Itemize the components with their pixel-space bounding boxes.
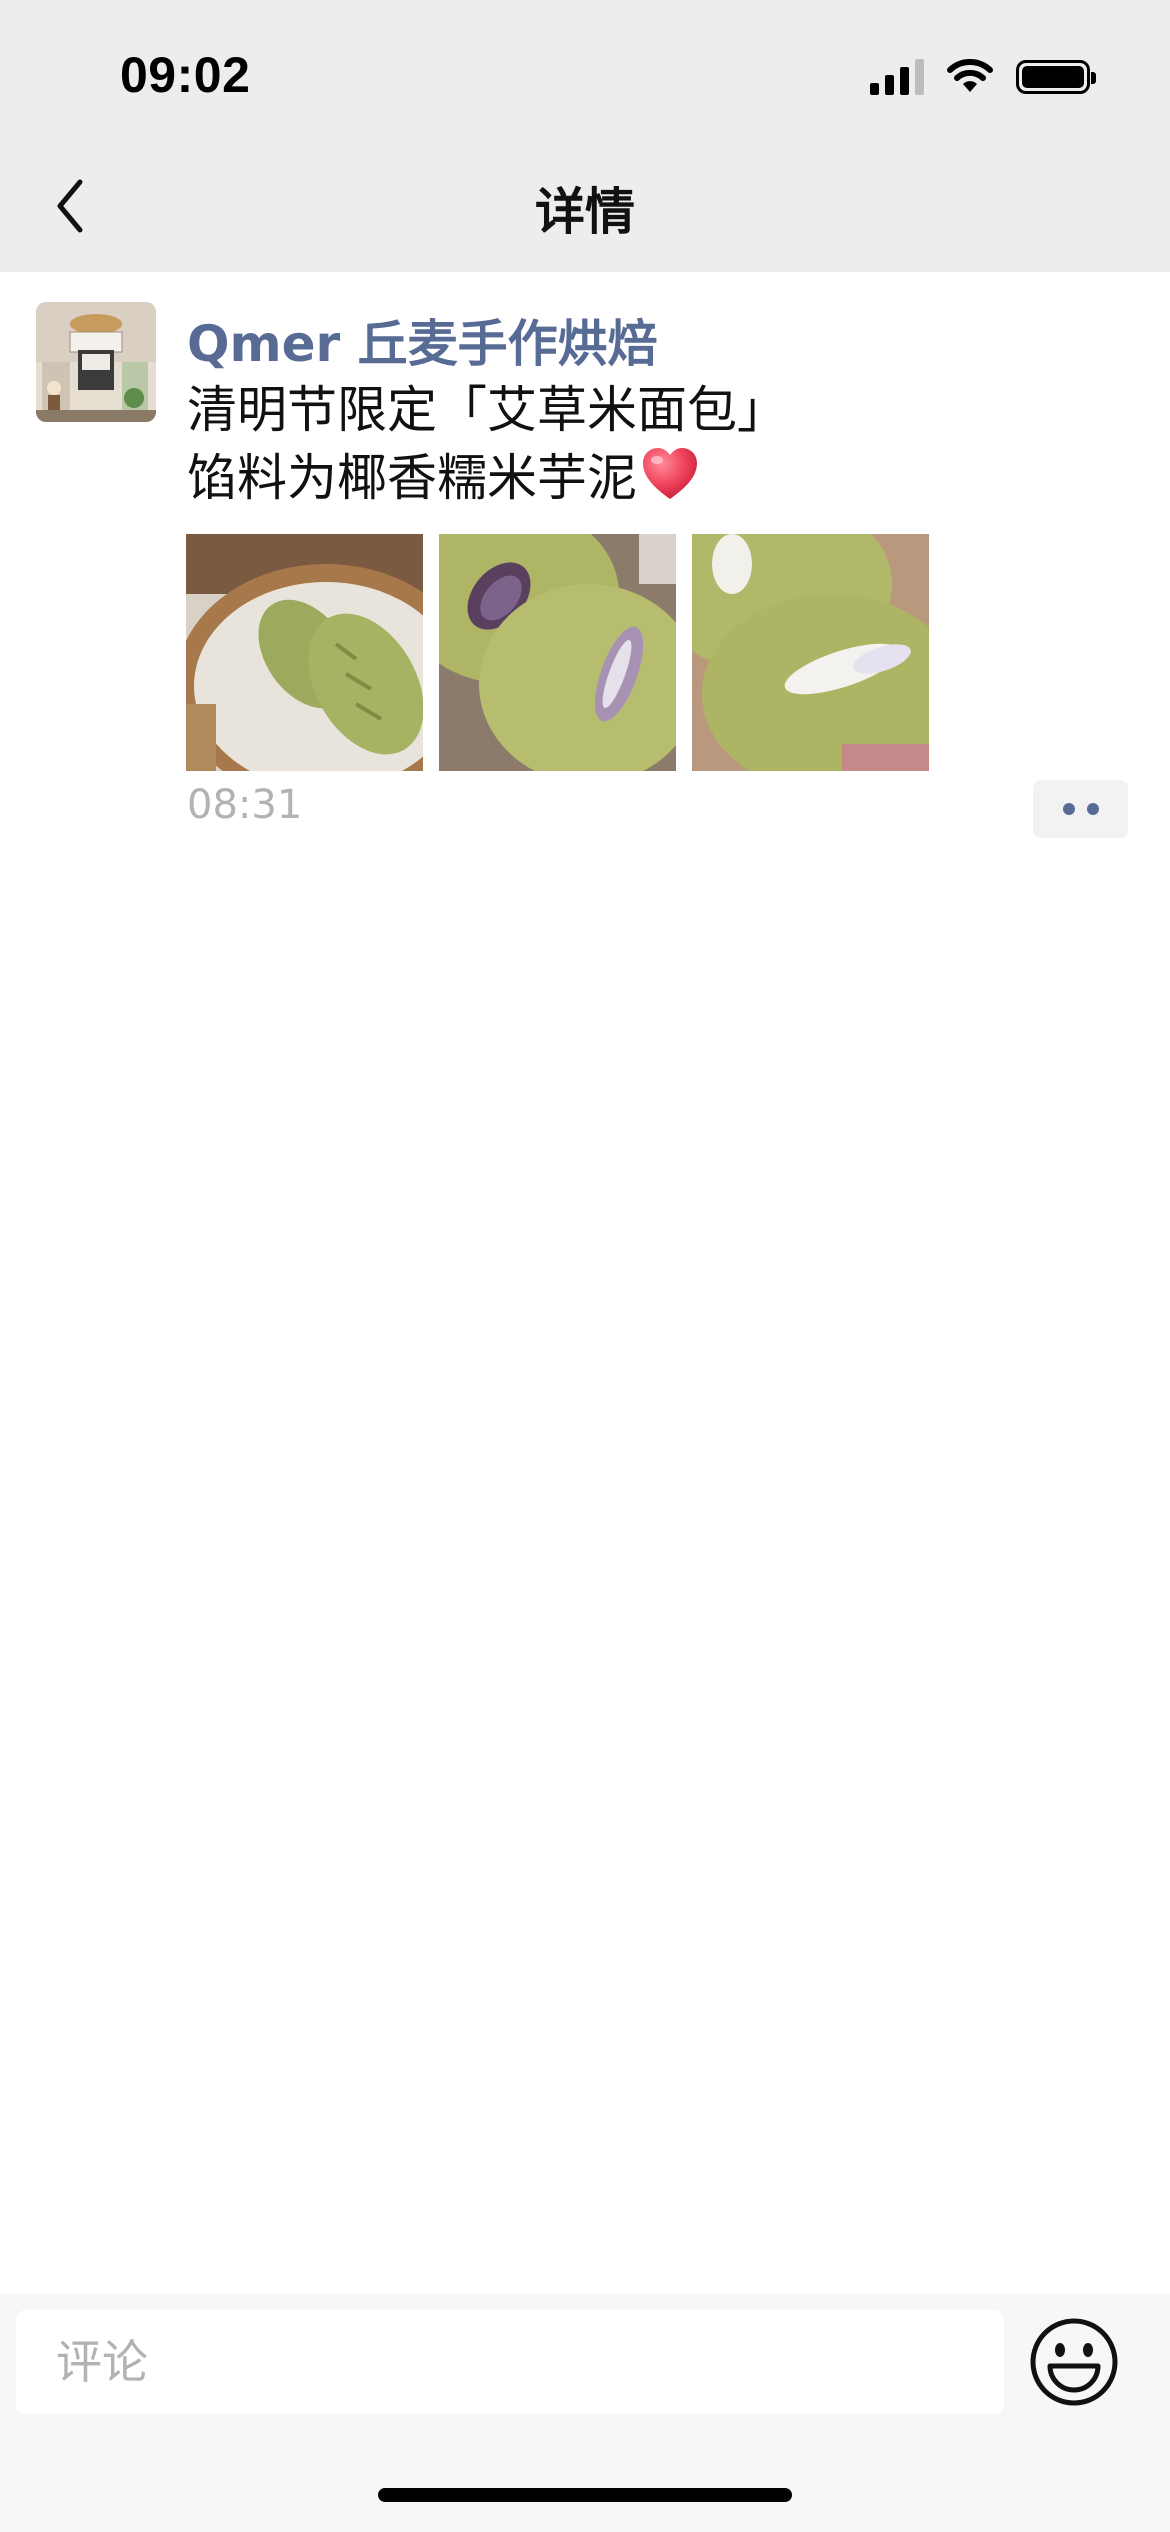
status-icons <box>870 52 1096 102</box>
post-photo[interactable] <box>439 534 676 771</box>
heart-emoji-icon <box>643 448 697 499</box>
photo-grid <box>186 534 929 771</box>
comment-input[interactable] <box>16 2310 1004 2414</box>
post-text: 清明节限定「艾草米面包」 馅料为椰香糯米芋泥 <box>187 376 787 512</box>
post-text-line-2-text: 馅料为椰香糯米芋泥 <box>187 449 637 507</box>
avatar[interactable] <box>36 302 156 422</box>
emoji-button[interactable] <box>1028 2316 1120 2408</box>
page-title: 详情 <box>535 183 635 241</box>
post-text-line-1: 清明节限定「艾草米面包」 <box>187 381 787 439</box>
wifi-icon <box>947 59 993 92</box>
post-photo[interactable] <box>186 534 423 771</box>
post-author[interactable]: Qmer 丘麦手作烘焙 <box>187 304 658 376</box>
post-text-line-2: 馅料为椰香糯米芋泥 <box>187 444 787 512</box>
cellular-signal-icon <box>870 59 924 95</box>
more-options-icon <box>1062 803 1075 815</box>
top-bar: 09:02 详情 <box>0 0 1170 272</box>
battery-icon <box>1016 60 1096 94</box>
status-time: 09:02 <box>120 47 251 103</box>
post-timestamp: 08:31 <box>187 782 303 828</box>
emoji-icon <box>1030 2318 1118 2406</box>
more-options-button[interactable] <box>1033 780 1128 838</box>
navigation-bar: 详情 <box>0 150 1170 272</box>
home-indicator <box>378 2488 792 2502</box>
post-photo[interactable] <box>692 534 929 771</box>
